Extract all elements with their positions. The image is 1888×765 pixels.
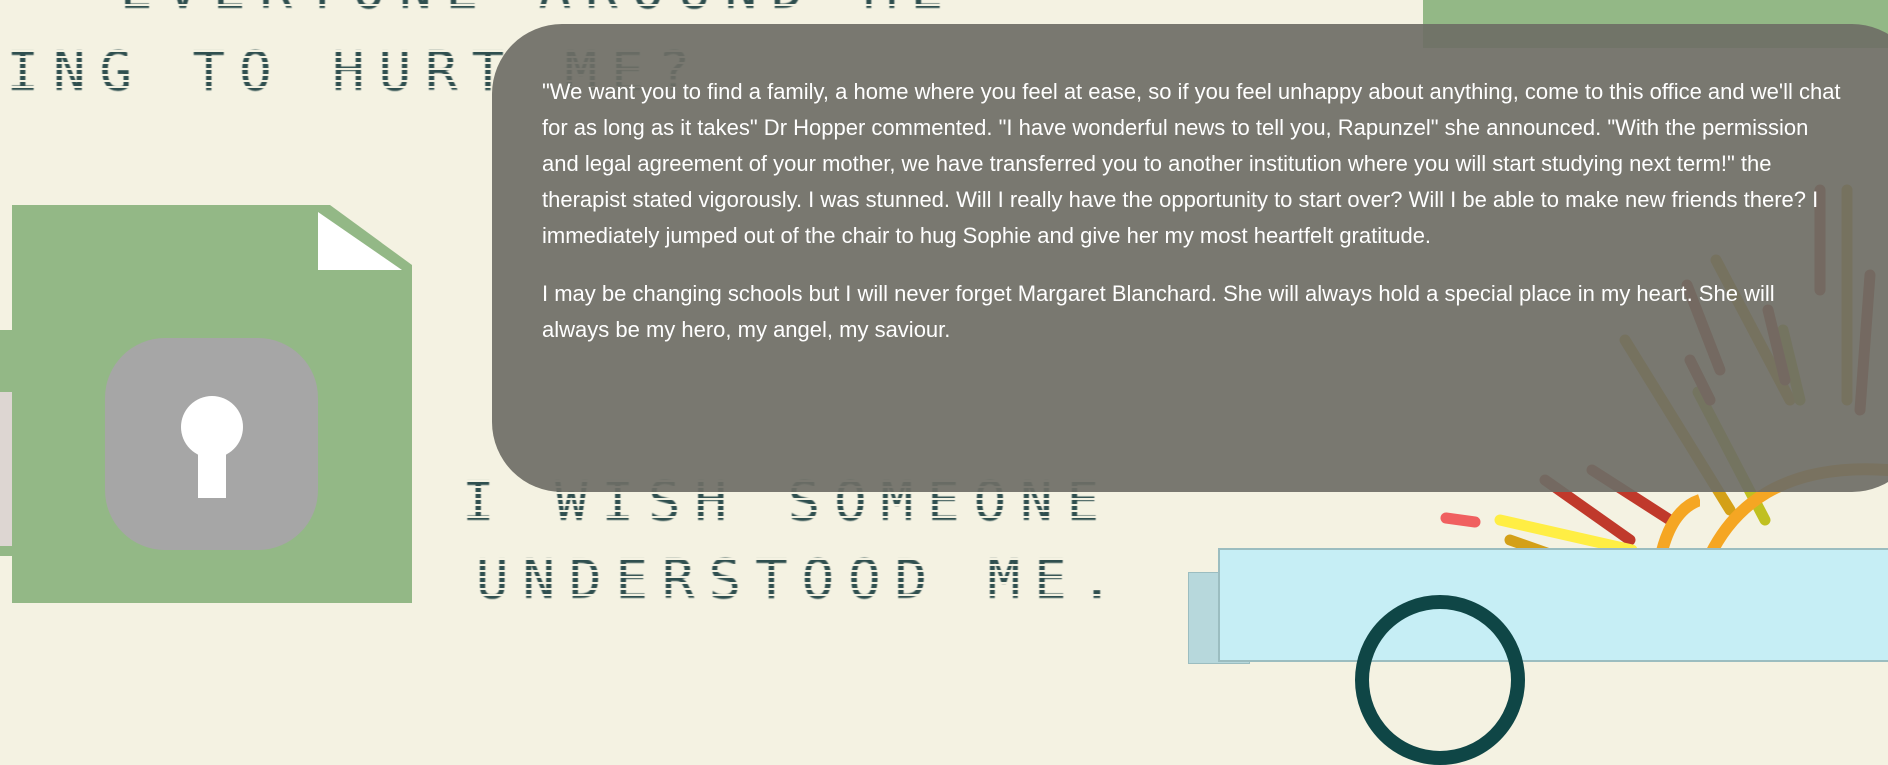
blue-card xyxy=(1218,548,1888,662)
story-dialog: "We want you to find a family, a home wh… xyxy=(492,24,1888,492)
background-text-top: EVERYONE AROUND ME xyxy=(120,0,957,21)
dialog-paragraph-1: "We want you to find a family, a home wh… xyxy=(542,79,1841,248)
dialog-paragraph-2: I may be changing schools but I will nev… xyxy=(542,281,1775,342)
circle-logo-icon xyxy=(1355,595,1525,765)
ray xyxy=(1440,512,1481,528)
ray xyxy=(1494,514,1638,556)
keyhole-stem xyxy=(198,438,226,498)
background-text-line-3: UNDERSTOOD ME. xyxy=(476,548,1128,611)
side-tab-inner xyxy=(0,392,12,546)
keyhole-icon xyxy=(105,338,318,550)
